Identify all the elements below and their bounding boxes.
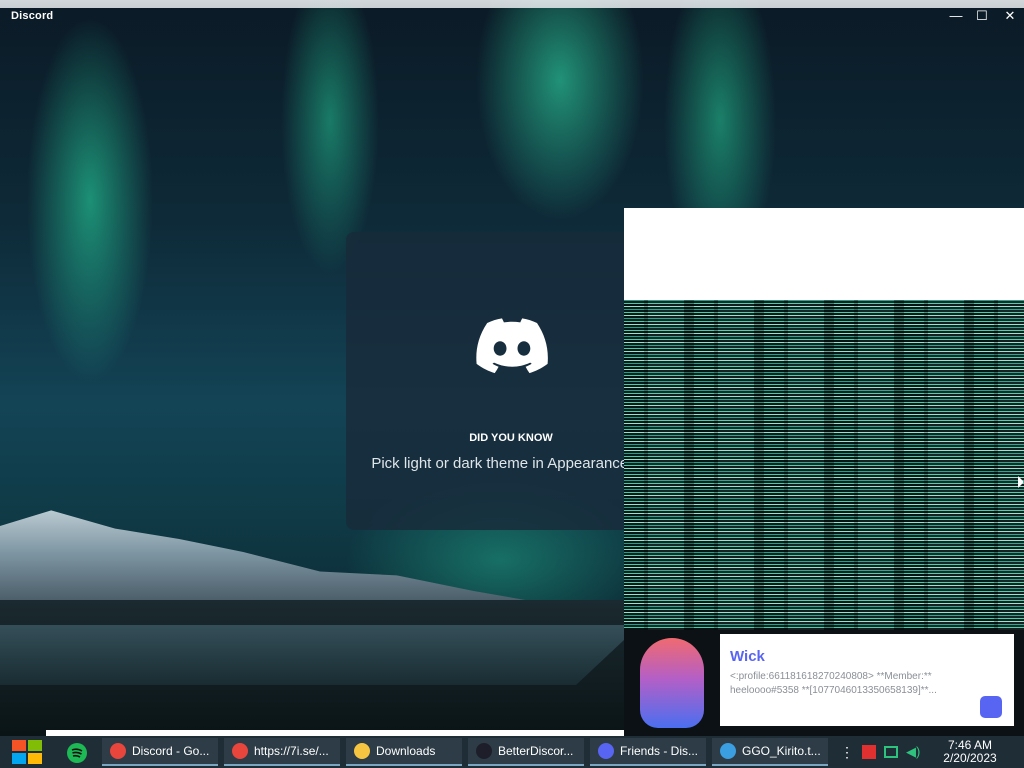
notification-message-line1: <:profile:661181618270240808> **Member:*… [730,671,932,682]
notification-message-line2: heeloooo#5358 **[1077046013350658139]**.… [730,685,937,696]
chrome-icon [110,743,126,759]
loading-card: DID YOU KNOW Pick light or dark theme in… [346,232,636,530]
notification-popup[interactable]: Wick <:profile:661181618270240808> **Mem… [624,630,1024,736]
taskbar-item-label: https://7i.se/... [254,744,329,758]
network-icon[interactable] [884,746,898,758]
glitch-white-area [624,208,1024,300]
discord-icon [598,743,614,759]
close-button[interactable]: ✕ [998,6,1022,26]
clock[interactable]: 7:46 AM 2/20/2023 [938,739,1002,765]
taskbar-item[interactable]: Friends - Dis... [590,738,706,766]
lake-landscape [0,625,640,685]
system-tray: ⋮ ◀) [836,738,940,766]
chrome-icon [232,743,248,759]
screen: Discord — ☐ ✕ DID YOU KNOW Pick light or… [0,0,1024,768]
volume-icon[interactable]: ◀) [906,744,920,760]
discord-logo-icon [476,318,548,374]
taskbar-item[interactable]: GGO_Kirito.t... [712,738,828,766]
folder-icon [354,743,370,759]
overflow-menu-icon[interactable]: ⋮ [840,744,854,761]
flag-icon[interactable] [862,745,876,759]
taskbar: Discord - Go... https://7i.se/... Download… [0,736,1024,768]
notification-username: Wick [730,648,765,665]
minimize-button[interactable]: — [944,6,968,26]
discord-window: Discord — ☐ ✕ DID YOU KNOW Pick light or… [0,0,1024,736]
file-icon [720,743,736,759]
ghost-avatar [640,638,704,728]
taskbar-item-label: Downloads [376,744,436,758]
glitch-artifacts-overlay [624,300,1024,630]
taskbar-item[interactable]: https://7i.se/... [224,738,340,766]
spotify-icon[interactable] [66,742,88,764]
tip-text: Pick light or dark theme in Appearance S… [371,455,636,472]
titlebar: Discord — ☐ ✕ [0,0,1024,32]
taskbar-item[interactable]: Discord - Go... [102,738,218,766]
taskbar-item[interactable]: BetterDiscor... [468,738,584,766]
windows-start-icon[interactable] [10,738,44,766]
taskbar-item-label: Discord - Go... [132,744,210,758]
app-title: Discord [11,10,54,22]
taskbar-item[interactable]: Downloads [346,738,462,766]
taskbar-item-label: Friends - Dis... [620,744,699,758]
maximize-button[interactable]: ☐ [970,6,994,26]
taskbar-item-label: GGO_Kirito.t... [742,744,821,758]
clock-date: 2/20/2023 [943,751,997,765]
taskbar-item-label: BetterDiscor... [498,744,574,758]
notification-message: <:profile:661181618270240808> **Member:*… [730,670,980,698]
mouse-cursor-icon [1018,476,1024,488]
notification-body[interactable]: Wick <:profile:661181618270240808> **Mem… [720,634,1014,726]
discord-icon [980,696,1002,718]
did-you-know-label: DID YOU KNOW [469,432,553,444]
app-icon [476,743,492,759]
glitched-overlay-window: Wick <:profile:661181618270240808> **Mem… [624,208,1024,736]
